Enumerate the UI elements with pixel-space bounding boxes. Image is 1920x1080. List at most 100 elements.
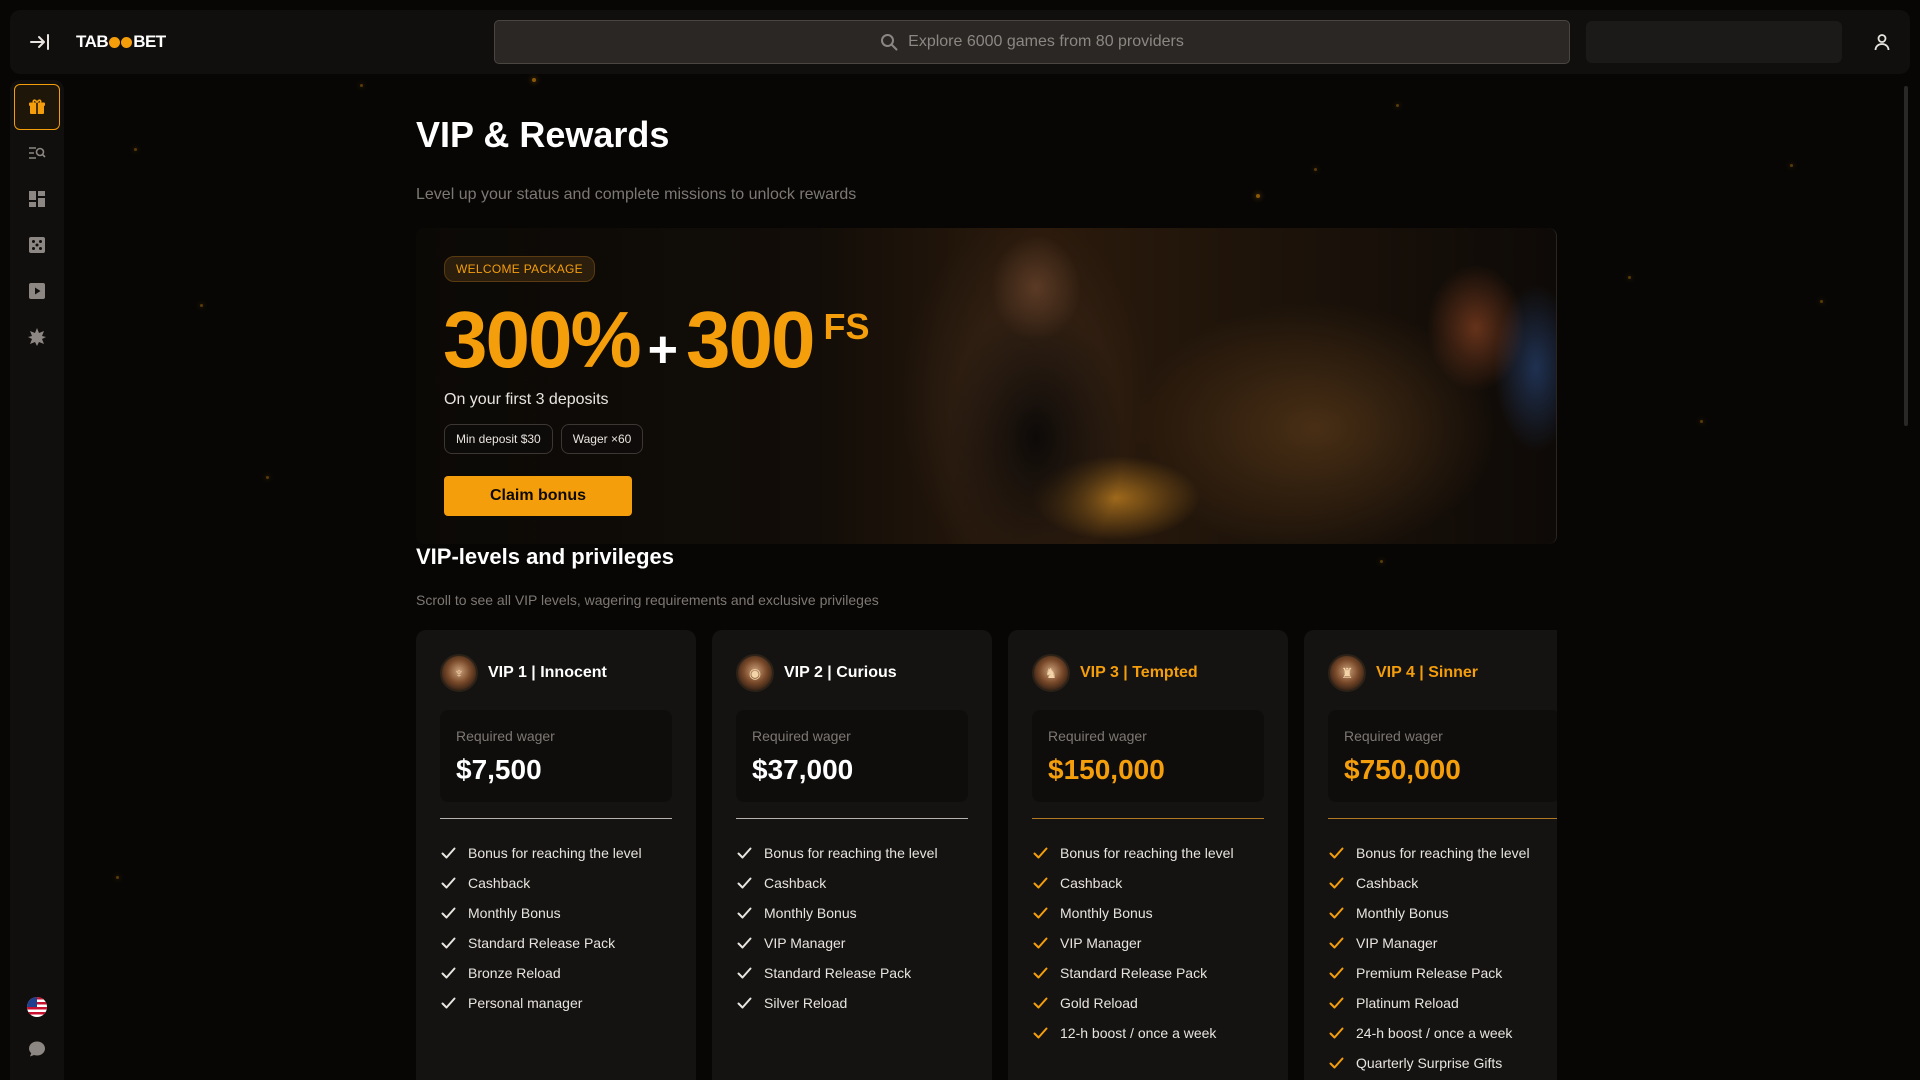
required-wager-box: Required wager $750,000: [1328, 710, 1557, 802]
privilege-list: Bonus for reaching the level Cashback Mo…: [1328, 838, 1530, 1078]
page-scrollbar[interactable]: [1904, 86, 1908, 426]
required-wager-label: Required wager: [1344, 728, 1443, 744]
check-icon: [1328, 935, 1344, 951]
card-divider: [440, 818, 672, 819]
expand-sidebar-icon[interactable]: [26, 28, 54, 56]
required-wager-value: $37,000: [752, 754, 854, 785]
privilege-item: Bonus for reaching the level: [1032, 838, 1234, 868]
check-icon: [1032, 995, 1048, 1011]
privilege-label: Bonus for reaching the level: [468, 845, 642, 861]
privilege-label: Bronze Reload: [468, 965, 561, 981]
privilege-item: Cashback: [1328, 868, 1530, 898]
free-spins-count: 300: [685, 295, 815, 384]
page-subtitle: Level up your status and complete missio…: [416, 186, 857, 203]
privilege-item: Personal manager: [440, 988, 642, 1018]
page-title: VIP & Rewards: [416, 114, 670, 155]
vip-card-header: ♆ VIP 1 | Innocent: [440, 654, 607, 692]
privilege-label: Monthly Bonus: [1060, 905, 1153, 921]
vip-level-card[interactable]: ◉ VIP 2 | Curious Required wager $37,000…: [712, 630, 992, 1080]
vip-card-header: ♜ VIP 4 | Sinner: [1328, 654, 1478, 692]
privilege-item: Bonus for reaching the level: [440, 838, 642, 868]
privilege-item: Bronze Reload: [440, 958, 642, 988]
check-icon: [440, 965, 456, 981]
sidebar-item-live[interactable]: [14, 268, 60, 314]
account-area[interactable]: [1586, 21, 1842, 63]
vip-medal-icon: ♞: [1032, 654, 1070, 692]
sidebar-item-casino[interactable]: [14, 222, 60, 268]
privilege-label: Standard Release Pack: [1060, 965, 1208, 981]
sidebar-item-search[interactable]: [14, 130, 60, 176]
privilege-label: Gold Reload: [1060, 995, 1138, 1011]
search-input[interactable]: Explore 6000 games from 80 providers: [494, 20, 1570, 64]
user-icon[interactable]: [1870, 30, 1894, 54]
privilege-label: Standard Release Pack: [764, 965, 912, 981]
logo-text-left: TAB: [76, 32, 109, 51]
banner-image: [936, 228, 1136, 544]
dice-icon: [29, 237, 45, 253]
check-icon: [736, 845, 752, 861]
required-wager-value: $150,000: [1048, 754, 1165, 785]
privilege-item: Monthly Bonus: [1032, 898, 1234, 928]
privilege-label: Bonus for reaching the level: [1060, 845, 1234, 861]
privilege-label: 24-h boost / once a week: [1356, 1025, 1513, 1041]
welcome-badge: WELCOME PACKAGE: [444, 256, 595, 282]
privilege-label: Cashback: [1060, 875, 1123, 891]
privilege-item: VIP Manager: [1032, 928, 1234, 958]
privilege-item: VIP Manager: [1328, 928, 1530, 958]
vip-levels-carousel[interactable]: ♆ VIP 1 | Innocent Required wager $7,500…: [416, 630, 1557, 1080]
vip-card-header: ♞ VIP 3 | Tempted: [1032, 654, 1198, 692]
privilege-item: Bonus for reaching the level: [736, 838, 938, 868]
privilege-item: Bonus for reaching the level: [1328, 838, 1530, 868]
sidebar-item-dashboard[interactable]: [14, 176, 60, 222]
privilege-label: Monthly Bonus: [764, 905, 857, 921]
vip-level-card[interactable]: ♆ VIP 1 | Innocent Required wager $7,500…: [416, 630, 696, 1080]
check-icon: [1032, 905, 1048, 921]
check-icon: [736, 905, 752, 921]
privilege-label: Cashback: [764, 875, 827, 891]
vip-level-card[interactable]: ♞ VIP 3 | Tempted Required wager $150,00…: [1008, 630, 1288, 1080]
banner-subtitle: On your first 3 deposits: [444, 391, 609, 408]
bonus-plus: +: [647, 321, 678, 379]
logo-text-right: BET: [133, 32, 166, 51]
privilege-item: Monthly Bonus: [736, 898, 938, 928]
check-icon: [440, 905, 456, 921]
privilege-label: Monthly Bonus: [1356, 905, 1449, 921]
claim-bonus-button[interactable]: Claim bonus: [444, 476, 632, 516]
privilege-list: Bonus for reaching the level Cashback Mo…: [1032, 838, 1234, 1048]
min-deposit-chip: Min deposit $30: [444, 424, 553, 454]
sidebar-item-specials[interactable]: [14, 314, 60, 360]
check-icon: [440, 995, 456, 1011]
privilege-item: Cashback: [1032, 868, 1234, 898]
vip-level-name: VIP 4 | Sinner: [1376, 664, 1478, 681]
privilege-item: Cashback: [736, 868, 938, 898]
check-icon: [1328, 1055, 1344, 1071]
check-icon: [1328, 845, 1344, 861]
check-icon: [1032, 1025, 1048, 1041]
sidebar-item-rewards[interactable]: [14, 84, 60, 130]
vip-medal-icon: ♜: [1328, 654, 1366, 692]
check-icon: [440, 845, 456, 861]
check-icon: [736, 995, 752, 1011]
check-icon: [440, 875, 456, 891]
privilege-item: Monthly Bonus: [440, 898, 642, 928]
language-selector[interactable]: [14, 984, 60, 1030]
privilege-label: VIP Manager: [1060, 935, 1142, 951]
privilege-label: 12-h boost / once a week: [1060, 1025, 1217, 1041]
privilege-item: Silver Reload: [736, 988, 938, 1018]
check-icon: [1032, 935, 1048, 951]
check-icon: [1328, 875, 1344, 891]
privilege-label: Platinum Reload: [1356, 995, 1459, 1011]
required-wager-box: Required wager $7,500: [440, 710, 672, 802]
check-icon: [736, 965, 752, 981]
card-divider: [1328, 818, 1557, 819]
privilege-item: Standard Release Pack: [736, 958, 938, 988]
site-logo[interactable]: TAB BET: [76, 32, 166, 52]
privilege-label: Bonus for reaching the level: [1356, 845, 1530, 861]
privilege-item: Standard Release Pack: [1032, 958, 1234, 988]
vip-level-card[interactable]: ♜ VIP 4 | Sinner Required wager $750,000…: [1304, 630, 1557, 1080]
live-chat-button[interactable]: [14, 1026, 60, 1072]
required-wager-label: Required wager: [1048, 728, 1147, 744]
bonus-terms: Min deposit $30 Wager ×60: [444, 424, 644, 454]
privilege-item: Monthly Bonus: [1328, 898, 1530, 928]
gift-icon: [29, 99, 45, 114]
